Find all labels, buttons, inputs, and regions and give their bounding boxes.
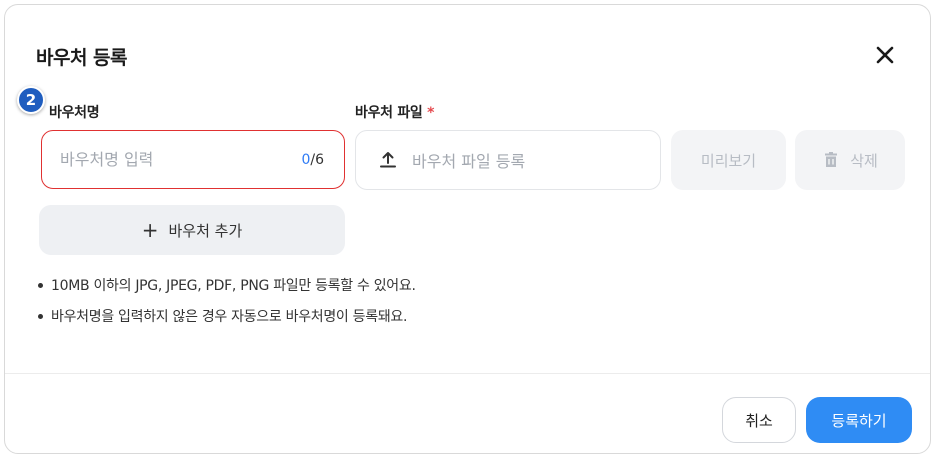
footer-divider (5, 373, 930, 374)
add-voucher-label: 바우처 추가 (168, 221, 243, 240)
add-voucher-button[interactable]: + 바우처 추가 (39, 205, 345, 255)
delete-button-label: 삭제 (850, 152, 878, 170)
char-counter: 0/6 (301, 152, 324, 168)
voucher-name-field[interactable]: 0/6 (41, 130, 345, 189)
notes-list: 10MB 이하의 JPG, JPEG, PDF, PNG 파일만 등록할 수 있… (38, 275, 416, 337)
step-badge: 2 (17, 86, 45, 114)
note-item: 10MB 이하의 JPG, JPEG, PDF, PNG 파일만 등록할 수 있… (38, 275, 416, 295)
bullet (38, 282, 43, 288)
cancel-button[interactable]: 취소 (722, 397, 796, 443)
note-item: 바우처명을 입력하지 않은 경우 자동으로 바우처명이 등록돼요. (38, 306, 416, 326)
plus-icon: + (141, 218, 159, 242)
note-text: 바우처명을 입력하지 않은 경우 자동으로 바우처명이 등록돼요. (51, 309, 408, 325)
upload-icon (378, 150, 398, 170)
trash-icon (822, 151, 840, 169)
close-icon[interactable] (871, 41, 899, 69)
voucher-register-modal: 바우처 등록 바우처명 바우처 파일 * 0/6 바우처 파일 등록 미리보기 … (4, 4, 931, 454)
char-count-max: /6 (310, 151, 324, 168)
preview-button[interactable]: 미리보기 (671, 130, 786, 190)
delete-button[interactable]: 삭제 (795, 130, 905, 190)
modal-title: 바우처 등록 (36, 47, 128, 69)
submit-button[interactable]: 등록하기 (806, 397, 912, 443)
voucher-name-label: 바우처명 (49, 105, 100, 121)
voucher-file-placeholder: 바우처 파일 등록 (412, 152, 526, 171)
note-text: 10MB 이하의 JPG, JPEG, PDF, PNG 파일만 등록할 수 있… (51, 278, 416, 294)
bullet (38, 313, 43, 319)
voucher-file-label-text: 바우처 파일 (355, 105, 423, 121)
required-mark: * (427, 105, 435, 121)
voucher-file-label: 바우처 파일 * (355, 102, 434, 122)
voucher-name-input[interactable] (60, 150, 302, 169)
voucher-file-upload[interactable]: 바우처 파일 등록 (355, 130, 661, 190)
